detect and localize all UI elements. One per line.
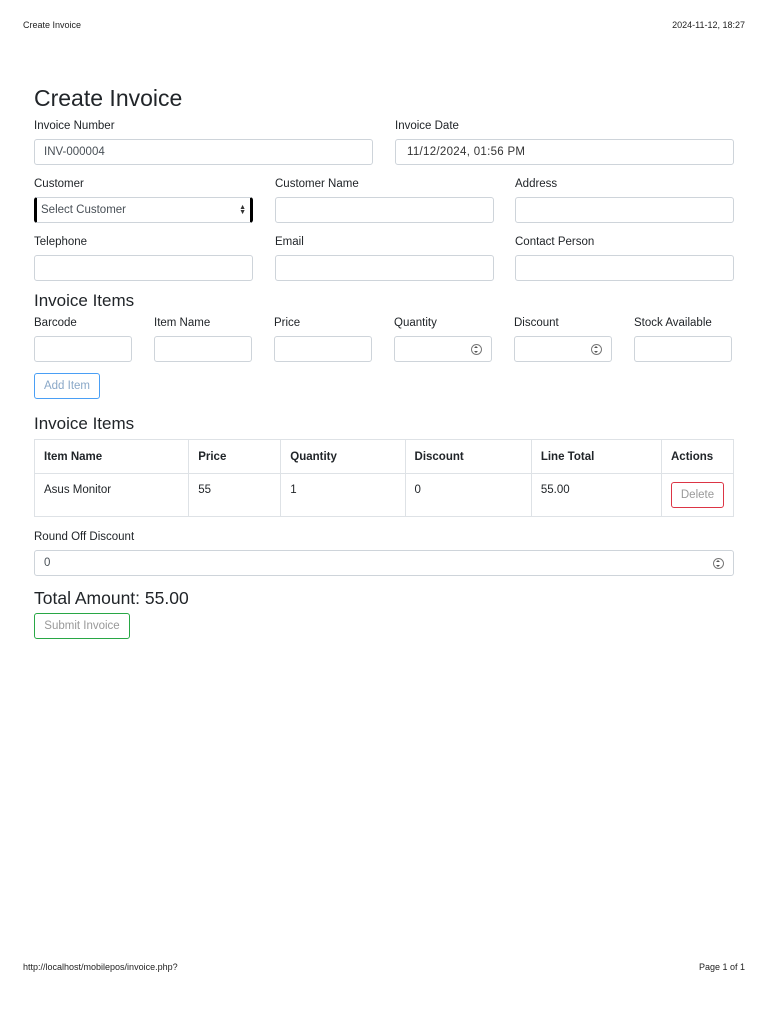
telephone-group: Telephone <box>34 235 253 281</box>
delete-button[interactable]: Delete <box>671 482 724 508</box>
contact-person-group: Contact Person <box>515 235 734 281</box>
cell-quantity: 1 <box>280 473 406 517</box>
invoice-date-value: 11/12/2024, 01:56 PM <box>407 146 526 158</box>
invoice-meta-row: Invoice Number INV-000004 Invoice Date 1… <box>34 119 734 165</box>
email-group: Email <box>275 235 494 281</box>
quantity-input[interactable] <box>394 336 492 362</box>
spinner-icon[interactable] <box>591 343 602 355</box>
item-entry-row: Barcode Item Name Price Quantity Discoun… <box>34 316 734 362</box>
spinner-icon[interactable] <box>713 557 724 569</box>
column-header: Actions <box>661 439 734 474</box>
invoice-date-group: Invoice Date 11/12/2024, 01:56 PM <box>395 119 734 165</box>
address-label: Address <box>515 178 558 190</box>
round-off-input[interactable]: 0 <box>34 550 734 576</box>
invoice-date-label: Invoice Date <box>395 120 459 132</box>
invoice-form: Create Invoice Invoice Number INV-000004… <box>33 84 734 639</box>
items-table-heading: Invoice Items <box>34 414 135 433</box>
column-header: Price <box>188 439 282 474</box>
telephone-label: Telephone <box>34 236 88 248</box>
discount-label: Discount <box>514 317 559 329</box>
item-name-group: Item Name <box>154 316 252 362</box>
print-header: Create Invoice 2024-11-12, 18:27 <box>23 20 745 30</box>
quantity-label: Quantity <box>394 317 437 329</box>
invoice-number-label: Invoice Number <box>34 120 115 132</box>
column-header: Item Name <box>33 439 190 474</box>
email-label: Email <box>275 236 304 248</box>
address-group: Address <box>515 177 734 223</box>
print-footer-url: http://localhost/mobilepos/invoice.php? <box>23 962 178 972</box>
stock-group: Stock Available <box>634 316 732 362</box>
address-input[interactable] <box>515 197 734 223</box>
print-header-timestamp: 2024-11-12, 18:27 <box>672 20 745 30</box>
barcode-group: Barcode <box>34 316 132 362</box>
stock-input[interactable] <box>634 336 732 362</box>
contact-person-input[interactable] <box>515 255 734 281</box>
column-header: Discount <box>404 439 532 474</box>
contact-row: Telephone Email Contact Person <box>34 235 734 281</box>
customer-group: Customer Select Customer ▲ ▼ <box>34 177 253 223</box>
item-name-input[interactable] <box>154 336 252 362</box>
stock-label: Stock Available <box>634 317 712 329</box>
print-header-title: Create Invoice <box>23 20 82 30</box>
round-off-label: Round Off Discount <box>34 531 135 543</box>
submit-invoice-button[interactable]: Submit Invoice <box>34 613 130 639</box>
table-row: Asus Monitor 55 1 0 55.00 Delete <box>33 473 734 517</box>
customer-name-label: Customer Name <box>275 178 359 190</box>
invoice-number-value: INV-000004 <box>44 146 105 158</box>
cell-line-total: 55.00 <box>530 473 663 517</box>
cell-discount: 0 <box>404 473 532 517</box>
customer-name-input[interactable] <box>275 197 494 223</box>
invoice-number-input[interactable]: INV-000004 <box>34 139 373 165</box>
round-off-value: 0 <box>44 557 51 569</box>
total-amount: Total Amount: 55.00 <box>34 588 189 608</box>
item-entry-heading: Invoice Items <box>34 291 135 310</box>
email-input[interactable] <box>275 255 494 281</box>
select-arrows-icon: ▲ ▼ <box>239 204 246 216</box>
barcode-label: Barcode <box>34 317 77 329</box>
customer-label: Customer <box>34 178 84 190</box>
round-off-group: Round Off Discount 0 <box>34 530 734 576</box>
discount-group: Discount <box>514 316 612 362</box>
table-header-row: Item Name Price Quantity Discount Line T… <box>33 439 734 474</box>
item-name-label: Item Name <box>154 317 211 329</box>
add-item-button[interactable]: Add Item <box>34 373 100 399</box>
price-label: Price <box>274 317 301 329</box>
cell-item-name: Asus Monitor <box>33 473 190 517</box>
column-header: Line Total <box>530 439 663 474</box>
spinner-icon[interactable] <box>471 343 482 355</box>
print-footer: http://localhost/mobilepos/invoice.php? … <box>23 962 745 972</box>
invoice-number-group: Invoice Number INV-000004 <box>34 119 373 165</box>
discount-input[interactable] <box>514 336 612 362</box>
page-title: Create Invoice <box>34 85 183 111</box>
price-input[interactable] <box>274 336 372 362</box>
barcode-input[interactable] <box>34 336 132 362</box>
invoice-date-input[interactable]: 11/12/2024, 01:56 PM <box>395 139 734 165</box>
column-header: Quantity <box>280 439 406 474</box>
customer-select-value: Select Customer <box>41 204 127 216</box>
telephone-input[interactable] <box>34 255 253 281</box>
print-footer-page: Page 1 of 1 <box>698 962 745 972</box>
customer-name-group: Customer Name <box>275 177 494 223</box>
cell-actions: Delete <box>661 473 734 517</box>
items-table: Item Name Price Quantity Discount Line T… <box>33 439 734 517</box>
cell-price: 55 <box>188 473 282 517</box>
customer-row: Customer Select Customer ▲ ▼ Customer Nam… <box>34 177 734 223</box>
contact-person-label: Contact Person <box>515 236 595 248</box>
price-group: Price <box>274 316 372 362</box>
quantity-group: Quantity <box>394 316 492 362</box>
customer-select[interactable]: Select Customer ▲ ▼ <box>34 197 253 223</box>
